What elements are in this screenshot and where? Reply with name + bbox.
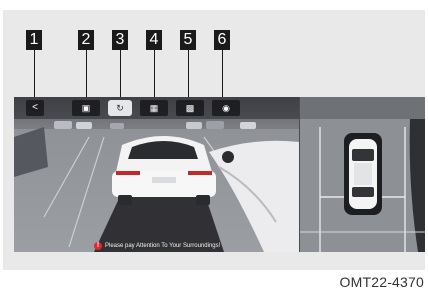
callout-2-leader <box>86 50 87 100</box>
back-button[interactable]: < <box>26 100 44 116</box>
side-camera-button[interactable]: ▩ <box>176 100 204 116</box>
warning-message: ! Please pay Attention To Your Surroundi… <box>94 240 220 252</box>
callout-1-leader <box>34 50 35 100</box>
callout-4-leader <box>154 50 155 100</box>
callout-2: 2 <box>78 30 94 50</box>
top-down-view <box>300 97 425 252</box>
camera-toolbar: < ▣ ↻ ▦ ▩ ◉ <box>14 97 299 119</box>
warning-icon: ! <box>94 242 102 250</box>
camera-display: < ▣ ↻ ▦ ▩ ◉ ! Please pay Attention To Yo… <box>14 97 425 252</box>
top-view-vehicle <box>349 139 377 209</box>
rotate-3d-button[interactable]: ↻ <box>108 100 132 116</box>
settings-button[interactable]: ◉ <box>212 100 240 116</box>
settings-icon: ◉ <box>222 103 230 113</box>
camera-scene <box>14 97 299 252</box>
view-mode-button[interactable]: ▦ <box>140 100 168 116</box>
callout-3: 3 <box>112 30 128 50</box>
back-icon: < <box>32 102 38 113</box>
callout-1: 1 <box>26 30 42 50</box>
callout-5: 5 <box>180 30 196 50</box>
callout-3-leader <box>120 50 121 100</box>
rotate-3d-icon: ↻ <box>116 103 124 113</box>
vehicle-model <box>112 136 216 205</box>
front-camera-button[interactable]: ▣ <box>72 100 100 116</box>
view-mode-icon: ▦ <box>149 103 159 113</box>
callout-5-leader <box>188 50 189 100</box>
callout-4: 4 <box>146 30 162 50</box>
warning-text: Please pay Attention To Your Surrounding… <box>105 243 221 249</box>
figure-caption: OMT22-4370 <box>339 274 424 290</box>
front-camera-icon: ▣ <box>81 103 91 113</box>
callout-6: 6 <box>214 30 230 50</box>
side-camera-icon: ▩ <box>185 103 195 113</box>
main-camera-view: < ▣ ↻ ▦ ▩ ◉ ! Please pay Attention To Yo… <box>14 97 299 252</box>
top-down-scene <box>300 97 425 252</box>
callout-6-leader <box>222 50 223 100</box>
